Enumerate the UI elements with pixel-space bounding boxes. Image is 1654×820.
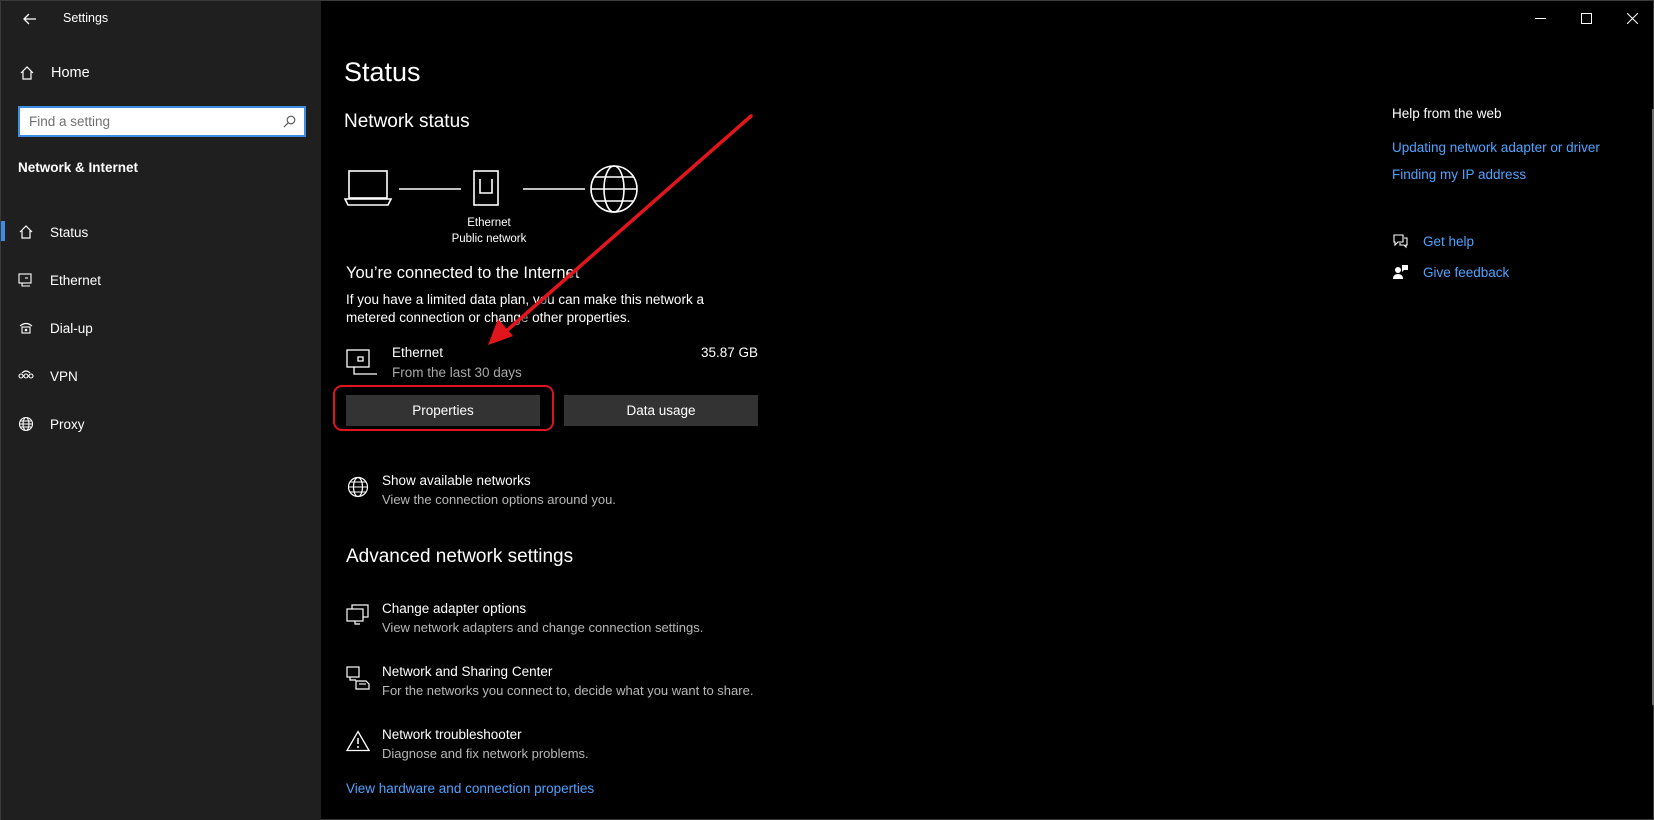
network-sharing-center-title: Network and Sharing Center xyxy=(382,664,553,679)
sidebar-item-proxy[interactable]: Proxy xyxy=(1,400,321,448)
get-help-icon xyxy=(1393,234,1408,249)
dialup-icon xyxy=(18,320,34,336)
status-icon xyxy=(18,224,34,240)
sidebar-item-ethernet[interactable]: Ethernet xyxy=(1,256,321,304)
ethernet-port-icon xyxy=(473,170,499,206)
search-icon[interactable] xyxy=(283,115,296,128)
close-button[interactable] xyxy=(1609,1,1654,35)
data-usage-button[interactable]: Data usage xyxy=(564,395,758,426)
show-networks-title: Show available networks xyxy=(382,473,531,488)
connection-status-heading: You’re connected to the Internet xyxy=(346,264,580,282)
diagram-caption: Ethernet Public network xyxy=(444,215,534,247)
laptop-icon xyxy=(343,170,393,206)
home-icon xyxy=(20,66,34,80)
main-content: Status Network status Ethernet Public ne… xyxy=(321,1,1654,820)
minimize-icon xyxy=(1534,17,1546,19)
sidebar-item-vpn[interactable]: VPN xyxy=(1,352,321,400)
search-input[interactable] xyxy=(29,114,269,129)
network-troubleshooter-link[interactable]: Network troubleshooter Diagnose and fix … xyxy=(346,727,866,767)
warning-icon xyxy=(346,729,370,753)
home-label: Home xyxy=(51,65,90,81)
help-link-updating-adapter[interactable]: Updating network adapter or driver xyxy=(1392,140,1600,155)
diagram-caption-line1: Ethernet xyxy=(467,217,511,229)
back-button[interactable] xyxy=(15,7,45,31)
sharing-center-icon xyxy=(346,666,370,690)
sidebar-item-label: Ethernet xyxy=(50,272,102,288)
sidebar-item-status[interactable]: Status xyxy=(1,208,321,256)
ethernet-data-size: 35.87 GB xyxy=(700,345,758,360)
ethernet-icon xyxy=(346,349,378,382)
ethernet-icon xyxy=(18,272,34,288)
help-link-finding-ip[interactable]: Finding my IP address xyxy=(1392,167,1526,182)
feedback-icon xyxy=(1393,265,1408,279)
network-troubleshooter-title: Network troubleshooter xyxy=(382,727,522,742)
sidebar-item-label: Proxy xyxy=(50,416,85,432)
search-box[interactable] xyxy=(18,106,306,137)
give-feedback-link[interactable]: Give feedback xyxy=(1392,264,1509,280)
sidebar-item-label: VPN xyxy=(50,368,78,384)
view-hardware-properties-link[interactable]: View hardware and connection properties xyxy=(346,781,594,796)
sidebar-item-label: Dial-up xyxy=(50,320,93,336)
help-from-web-heading: Help from the web xyxy=(1392,106,1502,121)
advanced-network-settings-heading: Advanced network settings xyxy=(346,546,574,567)
show-available-networks-link[interactable]: Show available networks View the connect… xyxy=(346,473,866,513)
show-networks-description: View the connection options around you. xyxy=(382,492,616,507)
adapter-icon xyxy=(346,603,370,627)
sidebar-nav: Status Ethernet Dial-up VPN Proxy xyxy=(1,208,321,448)
close-icon xyxy=(1626,12,1638,24)
ethernet-name: Ethernet xyxy=(392,345,444,360)
vpn-icon xyxy=(18,368,34,384)
network-diagram: Ethernet Public network xyxy=(343,165,644,247)
page-title: Status xyxy=(344,57,421,87)
get-help-link[interactable]: Get help xyxy=(1392,233,1474,249)
minimize-button[interactable] xyxy=(1517,1,1563,35)
network-troubleshooter-description: Diagnose and fix network problems. xyxy=(382,746,589,761)
sidebar-item-dialup[interactable]: Dial-up xyxy=(1,304,321,352)
connection-status-description: If you have a limited data plan, you can… xyxy=(346,292,704,325)
settings-window: Settings Home Network & Internet Status … xyxy=(0,0,1654,820)
network-sharing-center-link[interactable]: Network and Sharing Center For the netwo… xyxy=(346,664,866,704)
section-title: Network & Internet xyxy=(18,160,139,175)
get-help-label: Get help xyxy=(1423,233,1475,249)
globe-network-icon xyxy=(346,475,370,499)
sidebar: Settings Home Network & Internet Status … xyxy=(1,1,321,820)
globe-icon xyxy=(18,416,34,432)
ethernet-usage-period: From the last 30 days xyxy=(392,365,522,380)
sidebar-item-label: Status xyxy=(50,224,89,240)
network-status-heading: Network status xyxy=(344,111,470,132)
home-nav-item[interactable]: Home xyxy=(19,65,90,81)
globe-icon xyxy=(590,165,638,213)
change-adapter-options-title: Change adapter options xyxy=(382,601,527,616)
app-title: Settings xyxy=(63,11,109,25)
ethernet-usage-row: Ethernet From the last 30 days 35.87 GB xyxy=(346,345,758,385)
network-sharing-center-description: For the networks you connect to, decide … xyxy=(382,683,754,698)
properties-button[interactable]: Properties xyxy=(346,395,540,426)
change-adapter-options-description: View network adapters and change connect… xyxy=(382,620,704,635)
back-arrow-icon xyxy=(23,13,36,25)
maximize-button[interactable] xyxy=(1563,1,1609,35)
change-adapter-options-link[interactable]: Change adapter options View network adap… xyxy=(346,601,866,641)
maximize-icon xyxy=(1580,12,1592,24)
diagram-caption-line2: Public network xyxy=(451,233,527,245)
give-feedback-label: Give feedback xyxy=(1423,264,1510,280)
